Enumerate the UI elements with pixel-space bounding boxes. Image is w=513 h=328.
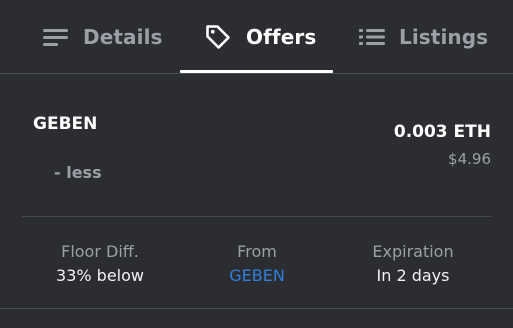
- menu-lines-icon: [43, 27, 69, 47]
- expiration-label: Expiration: [372, 242, 454, 261]
- floor-diff-group: Floor Diff. 33% below: [25, 242, 175, 286]
- tab-details-label: Details: [83, 25, 163, 49]
- expiration-value: In 2 days: [376, 266, 450, 285]
- tab-bar: Details Offers Listings: [0, 0, 513, 74]
- from-group: From GEBEN: [182, 242, 332, 286]
- floor-diff-label: Floor Diff.: [61, 242, 139, 261]
- tab-listings[interactable]: Listings: [359, 0, 488, 74]
- tag-icon: [204, 23, 232, 51]
- offer-item: GEBEN - less 0.003 ETH $4.96 Floor Diff.…: [0, 74, 513, 328]
- expiration-group: Expiration In 2 days: [338, 242, 488, 286]
- offers-panel: Details Offers Listings GEBEN - less 0.0…: [0, 0, 513, 328]
- tab-offers[interactable]: Offers: [204, 0, 316, 74]
- floor-diff-value: 33% below: [56, 266, 144, 285]
- offer-collection-name[interactable]: GEBEN: [33, 114, 97, 134]
- offer-quantity-text: - less: [54, 163, 102, 182]
- list-icon: [359, 27, 385, 47]
- tab-details[interactable]: Details: [43, 0, 163, 74]
- offer-divider: [22, 216, 491, 217]
- from-user-link[interactable]: GEBEN: [182, 266, 332, 286]
- from-label: From: [237, 242, 277, 261]
- bottom-divider: [0, 308, 513, 309]
- offer-usd-value: $4.96: [448, 150, 491, 168]
- tab-listings-label: Listings: [399, 25, 489, 49]
- offer-price: 0.003 ETH: [393, 122, 491, 142]
- tab-offers-label: Offers: [246, 25, 317, 49]
